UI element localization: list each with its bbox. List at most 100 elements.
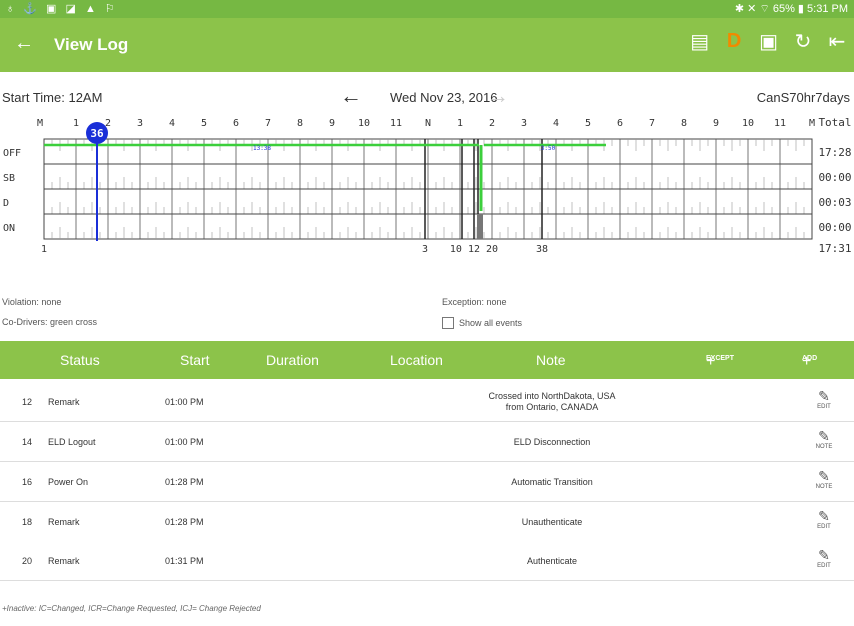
table-row[interactable]: 20 Remark 01:31 PM Authenticate ✎ EDIT <box>0 541 854 581</box>
hour-label: 9 <box>329 118 335 129</box>
appbar-actions: ▤ D ▣ ↻ ⇤ <box>690 29 846 54</box>
event-start: 01:31 PM <box>165 556 204 566</box>
row-action-button[interactable]: ✎ EDIT <box>806 547 842 569</box>
event-start: 01:00 PM <box>165 397 204 407</box>
duty-status-graph: M 1 2 3 4 5 6 7 8 9 10 11 N 1 2 3 4 5 6 7 8 9 10 11 M TotalOFF 17:… <box>3 116 852 255</box>
pencil-icon: ✎ <box>818 468 830 484</box>
refresh-icon[interactable]: ↻ <box>794 29 812 54</box>
show-all-events-toggle[interactable]: Show all events <box>442 317 522 329</box>
logout-icon[interactable]: ⇤ <box>828 29 846 54</box>
dot-inspection-icon[interactable]: D <box>725 30 743 53</box>
hour-label: 1 <box>73 118 79 129</box>
event-note: Unauthenticate <box>430 517 674 528</box>
hour-label: 10 <box>358 118 370 129</box>
app-bar: ← View Log ▤ D ▣ ↻ ⇤ <box>0 18 854 72</box>
row-action-button[interactable]: ✎ EDIT <box>806 388 842 410</box>
hour-label: M <box>37 118 43 129</box>
table-row[interactable]: 16 Power On 01:28 PM Automatic Transition ✎ N… <box>0 462 854 502</box>
duration-annotation: 13:38 <box>253 145 271 152</box>
event-note-line2: from Ontario, CANADA <box>505 402 599 412</box>
col-note: Note <box>536 352 566 368</box>
codrivers-label: Co-Drivers: green cross <box>2 317 98 327</box>
event-note-line1: Automatic Transition <box>511 477 593 487</box>
hour-label: N <box>425 118 431 129</box>
event-status: ELD Logout <box>48 437 96 447</box>
row-action-button[interactable]: ✎ NOTE <box>806 468 842 490</box>
add-label: ADD <box>802 355 818 362</box>
event-start: 01:28 PM <box>165 477 204 487</box>
status-row-label: D <box>3 198 9 209</box>
table-row[interactable]: 18 Remark 01:28 PM Unauthenticate ✎ EDIT <box>0 502 854 542</box>
legend-footnote: +Inactive: IC=Changed, ICR=Change Reques… <box>2 604 261 613</box>
event-note: Crossed into NorthDakota, USA from Ontari… <box>430 391 674 413</box>
hour-label: 8 <box>681 118 687 129</box>
hour-label: 7 <box>649 118 655 129</box>
row-action-label: NOTE <box>815 484 833 490</box>
row-action-label: NOTE <box>815 444 833 450</box>
duration-annotation: 3:50 <box>541 145 556 152</box>
hour-label: 1 <box>457 118 463 129</box>
event-status: Remark <box>48 556 80 566</box>
event-start: 01:00 PM <box>165 437 204 447</box>
event-id-label: 10 12 20 <box>450 244 498 255</box>
hour-label: 4 <box>553 118 559 129</box>
event-note-line1: Unauthenticate <box>521 517 583 527</box>
table-row[interactable]: 12 Remark 01:00 PM Crossed into NorthDakota… <box>0 382 854 422</box>
event-index: 16 <box>22 477 33 487</box>
event-id-label: 1 <box>41 244 47 255</box>
event-note-line1: Crossed into NorthDakota, USA <box>488 391 616 401</box>
table-row[interactable]: 14 ELD Logout 01:00 PM ELD Disconnection ✎ NO… <box>0 422 854 462</box>
show-all-checkbox[interactable] <box>442 317 454 329</box>
row-action-label: EDIT <box>817 524 831 530</box>
event-index: 18 <box>22 517 33 527</box>
eld-device-icon[interactable]: ▣ <box>759 29 778 54</box>
show-all-label: Show all events <box>459 318 523 328</box>
row-action-button[interactable]: ✎ NOTE <box>806 428 842 450</box>
next-day-arrow-icon[interactable]: → <box>487 83 509 109</box>
hour-label: M <box>809 118 815 129</box>
col-duration: Duration <box>266 352 319 368</box>
back-arrow-icon[interactable]: ← <box>14 32 34 55</box>
previous-day-arrow-icon[interactable]: ← <box>340 83 362 109</box>
start-time-label: Start Time: 12AM <box>2 90 103 105</box>
event-status: Remark <box>48 397 80 407</box>
system-status-bar: ♁ ⚓ ▣ ◪ ▲ ⚐ ✱ ✕ ⌔ 65% ▮ 5:31 PM <box>0 0 854 18</box>
hour-label: 10 <box>742 118 754 129</box>
hour-label: 11 <box>390 118 402 129</box>
hour-label: 3 <box>137 118 143 129</box>
hour-label: 9 <box>713 118 719 129</box>
log-notes-icon[interactable]: ▤ <box>690 29 709 54</box>
event-status: Power On <box>48 477 89 487</box>
hour-label: 3 <box>521 118 527 129</box>
event-start: 01:28 PM <box>165 517 204 527</box>
col-location: Location <box>390 352 443 368</box>
event-id-label: 38 <box>536 244 548 255</box>
event-index: 14 <box>22 437 33 447</box>
events-table-header: Status Start Duration Location Note + EX… <box>0 341 854 379</box>
event-note-line1: Authenticate <box>526 556 578 566</box>
page-title: View Log <box>54 35 129 54</box>
grand-total: 17:31 <box>818 242 851 255</box>
except-label: EXCEPT <box>706 355 735 362</box>
row-action-label: EDIT <box>817 404 831 410</box>
event-note-line1: ELD Disconnection <box>513 437 591 447</box>
hour-label: 7 <box>265 118 271 129</box>
status-row-label: SB <box>3 173 15 184</box>
on-duty-bar <box>477 214 483 239</box>
pencil-icon: ✎ <box>818 508 830 524</box>
pencil-icon: ✎ <box>818 428 830 444</box>
hour-label: 11 <box>774 118 786 129</box>
event-status: Remark <box>48 517 80 527</box>
cycle-ruleset[interactable]: CanS70hr7days <box>757 90 850 105</box>
hour-label: 6 <box>617 118 623 129</box>
status-row-label: OFF <box>3 148 21 159</box>
row-total: 17:28 <box>818 146 851 159</box>
hour-label: 6 <box>233 118 239 129</box>
event-index: 12 <box>22 397 33 407</box>
pencil-icon: ✎ <box>818 547 830 563</box>
log-date: Wed Nov 23, 2016 <box>390 90 498 105</box>
col-start: Start <box>180 352 210 368</box>
hour-label: 5 <box>201 118 207 129</box>
event-note: ELD Disconnection <box>430 437 674 448</box>
row-action-button[interactable]: ✎ EDIT <box>806 508 842 530</box>
